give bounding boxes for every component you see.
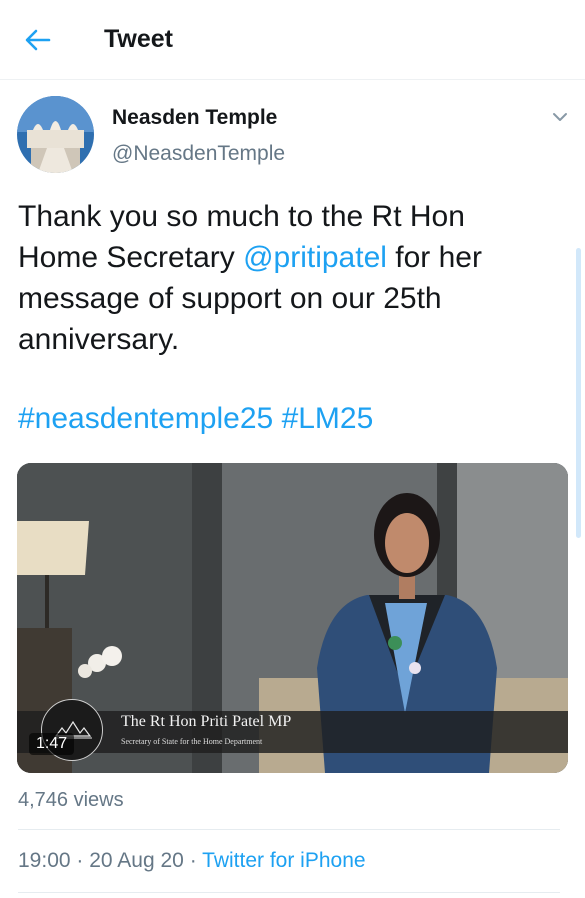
tweet-metadata: 19:00 · 20 Aug 20 · Twitter for iPhone [18, 849, 366, 873]
hashtags: #neasdentemple25 #LM25 [18, 398, 373, 439]
tweet-source-link[interactable]: Twitter for iPhone [202, 849, 365, 872]
video-player[interactable]: The Rt Hon Priti Patel MP Secretary of S… [17, 463, 568, 773]
divider [18, 892, 560, 893]
divider [18, 829, 560, 830]
tweet-text-fragment: for her [386, 241, 482, 274]
hashtag-link[interactable]: #neasdentemple25 [18, 402, 273, 435]
arrow-left-icon [25, 29, 51, 51]
back-button[interactable] [22, 24, 54, 56]
tweet-date: 20 Aug 20 [89, 849, 184, 872]
author-display-name[interactable]: Neasden Temple [112, 106, 277, 130]
avatar[interactable] [17, 96, 94, 173]
video-caption-role: Secretary of State for the Home Departme… [121, 737, 263, 746]
scrollbar[interactable] [576, 248, 581, 538]
page-title: Tweet [104, 25, 173, 53]
tweet-time: 19:00 [18, 849, 71, 872]
tweet-text-line: Home Secretary @pritipatel for her [18, 237, 558, 278]
view-count: 4,746 views [18, 789, 124, 811]
hashtag-link[interactable]: #LM25 [282, 402, 374, 435]
tweet-text-line: message of support on our 25th [18, 282, 442, 315]
app-header: Tweet [0, 0, 585, 80]
mention-link[interactable]: @pritipatel [243, 241, 387, 274]
chevron-down-icon [553, 113, 567, 121]
tweet-text-fragment: Home Secretary [18, 241, 244, 274]
video-duration-badge: 1:47 [29, 733, 75, 755]
tweet-text-line: Thank you so much to the Rt Hon [18, 200, 465, 233]
more-options-button[interactable] [549, 106, 571, 128]
author-handle[interactable]: @NeasdenTemple [112, 142, 285, 166]
separator-dot: · [189, 849, 197, 872]
video-caption-name: The Rt Hon Priti Patel MP [121, 713, 292, 730]
tweet-text: Thank you so much to the Rt Hon Home Sec… [18, 196, 558, 360]
separator-dot: · [76, 849, 84, 872]
tweet-text-line: anniversary. [18, 323, 180, 356]
